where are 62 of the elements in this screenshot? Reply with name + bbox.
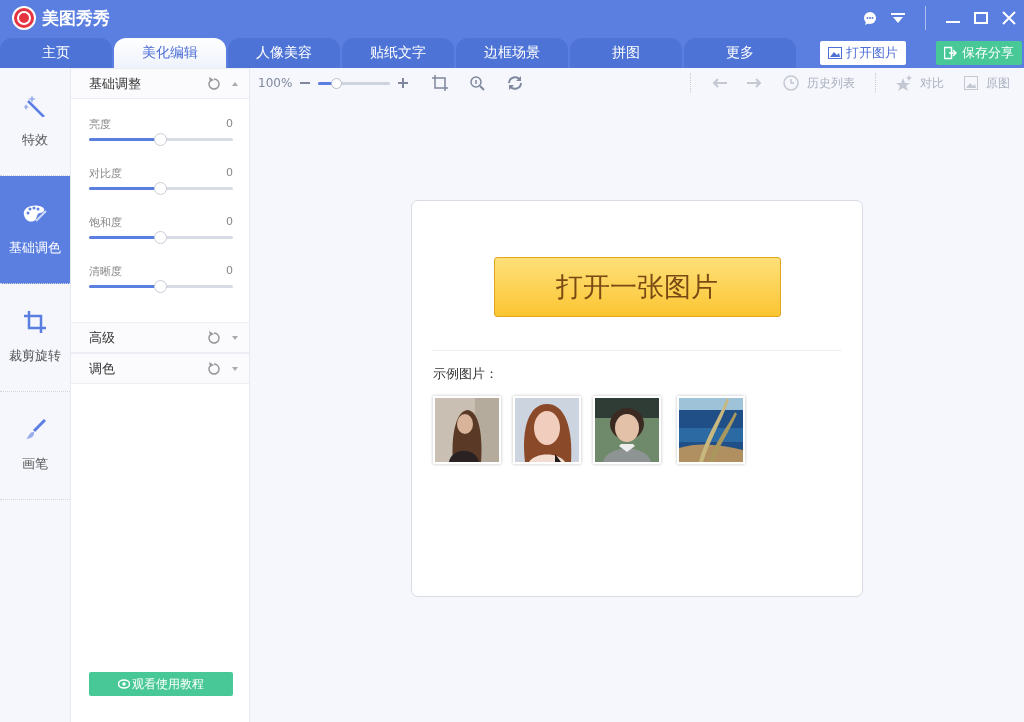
zoom-in-icon[interactable] bbox=[398, 78, 409, 88]
tab[interactable]: 拼图 bbox=[570, 38, 682, 68]
slider-handle[interactable] bbox=[154, 231, 167, 244]
tab[interactable]: 人像美容 bbox=[228, 38, 340, 68]
clock-icon bbox=[783, 75, 799, 91]
open-image-button[interactable]: 打开一张图片 bbox=[493, 257, 781, 317]
slider-track[interactable] bbox=[89, 182, 233, 195]
sample-thumbnail[interactable] bbox=[593, 396, 661, 464]
export-icon bbox=[944, 46, 958, 60]
tab[interactable]: 贴纸文字 bbox=[342, 38, 454, 68]
refresh-icon[interactable] bbox=[507, 75, 524, 91]
expand-caret-icon[interactable] bbox=[231, 364, 239, 373]
image-icon bbox=[828, 46, 842, 60]
reset-icon[interactable] bbox=[207, 330, 221, 345]
close-icon[interactable] bbox=[1002, 11, 1016, 25]
open-image-button[interactable]: 打开图片 bbox=[820, 41, 906, 65]
expand-caret-icon[interactable] bbox=[231, 333, 239, 342]
tab[interactable]: 美化编辑 bbox=[114, 38, 226, 68]
slider-value: 0 bbox=[226, 215, 233, 230]
slider-handle[interactable] bbox=[154, 133, 167, 146]
maximize-icon[interactable] bbox=[974, 11, 988, 25]
slider-value: 0 bbox=[226, 264, 233, 279]
slider-track[interactable] bbox=[89, 231, 233, 244]
image-icon bbox=[964, 76, 978, 90]
slider-handle[interactable] bbox=[154, 280, 167, 293]
forward-arrow-icon bbox=[747, 76, 763, 90]
sample-thumbnail[interactable] bbox=[677, 396, 745, 464]
zoom-level: 100% bbox=[258, 76, 293, 90]
slider-label: 饱和度 bbox=[89, 215, 122, 230]
slider-value: 0 bbox=[226, 117, 233, 132]
reset-icon[interactable] bbox=[207, 361, 221, 376]
slider-handle[interactable] bbox=[331, 77, 343, 89]
sidebar-item[interactable]: 画笔 bbox=[0, 392, 70, 500]
zoom-slider[interactable] bbox=[318, 77, 391, 89]
app-title: 美图秀秀 bbox=[42, 6, 110, 30]
sample-thumbnail[interactable] bbox=[513, 396, 581, 464]
slider-track[interactable] bbox=[89, 133, 233, 146]
samples-label: 示例图片： bbox=[433, 365, 499, 383]
sample-thumbnail[interactable] bbox=[433, 396, 501, 464]
sidebar-item[interactable]: 基础调色 bbox=[0, 176, 70, 284]
slider-track[interactable] bbox=[89, 280, 233, 293]
slider-label: 亮度 bbox=[89, 117, 111, 132]
dropdown-menu-icon[interactable] bbox=[891, 13, 905, 23]
fit-frame-icon[interactable] bbox=[432, 75, 449, 91]
crop-icon bbox=[24, 310, 46, 333]
eye-icon bbox=[118, 679, 130, 689]
tab[interactable]: 边框场景 bbox=[456, 38, 568, 68]
chat-icon[interactable] bbox=[863, 11, 877, 25]
tab[interactable]: 更多 bbox=[684, 38, 796, 68]
sparkle-star-icon bbox=[896, 75, 912, 91]
slider-label: 清晰度 bbox=[89, 264, 122, 279]
sidebar-item[interactable]: 裁剪旋转 bbox=[0, 284, 70, 392]
magic-wand-icon bbox=[24, 94, 46, 117]
brush-icon bbox=[24, 418, 46, 441]
actual-size-icon[interactable] bbox=[470, 75, 486, 91]
slider-handle[interactable] bbox=[154, 182, 167, 195]
back-arrow-icon bbox=[711, 76, 727, 90]
tab[interactable]: 主页 bbox=[0, 38, 112, 68]
slider-value: 0 bbox=[226, 166, 233, 181]
app-logo-icon bbox=[12, 6, 36, 30]
slider-label: 对比度 bbox=[89, 166, 122, 181]
reset-icon[interactable] bbox=[207, 76, 221, 91]
